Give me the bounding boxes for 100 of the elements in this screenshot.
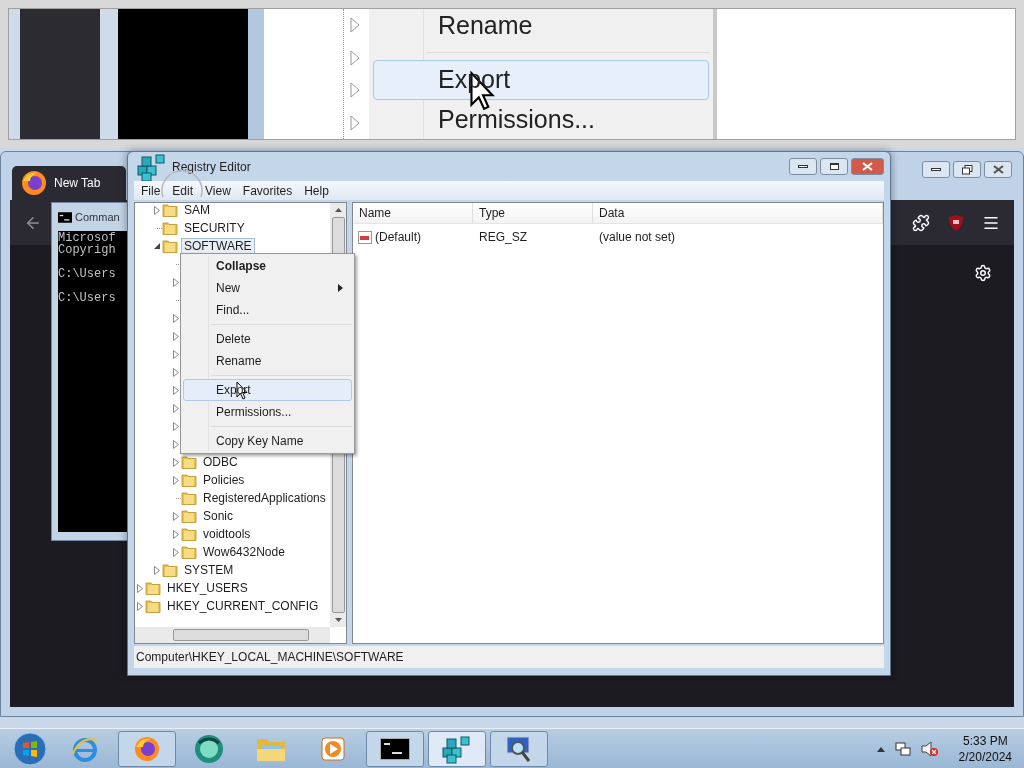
close-icon [862,162,873,171]
browser-tab[interactable]: New Tab [12,166,126,200]
tree-item[interactable]: RegisteredApplications [200,489,329,507]
tree-item[interactable]: SAM [181,201,213,219]
console-line: Copyrigh [58,244,117,256]
close-icon [992,165,1004,174]
expand-arrow-icon[interactable] [137,601,143,611]
settings-icon[interactable] [974,264,992,282]
expand-arrow-icon[interactable] [154,565,160,575]
expand-arrow-icon[interactable] [173,403,179,413]
restore-button[interactable] [953,161,981,178]
expand-arrow-icon [350,82,360,99]
cubes-icon [441,733,473,764]
table-cell-text: (Default) [375,229,421,246]
console-icon [380,737,410,760]
expand-arrow-icon [350,17,360,34]
folder-icon [181,455,197,469]
tree-item[interactable]: Policies [200,471,248,489]
folder-icon [145,581,161,595]
submenu-arrow-icon [338,284,343,292]
column-header[interactable]: Name [353,203,473,223]
shield-icon[interactable] [948,213,964,232]
minimize-button[interactable] [789,158,817,175]
firefox-icon [133,734,161,763]
close-button[interactable] [984,161,1012,178]
expand-arrow-icon[interactable] [173,475,179,485]
expand-arrow-icon[interactable] [154,205,160,215]
muted-speaker-icon[interactable] [920,740,939,757]
menu-item[interactable]: Rename [183,350,352,372]
firefox-icon [20,169,48,197]
menu-item[interactable]: Find... [183,299,352,321]
menu-title[interactable]: File [136,181,166,200]
expand-arrow-icon[interactable] [173,331,179,341]
folder-icon [181,545,197,559]
expand-arrow-icon[interactable] [173,385,179,395]
expand-arrow-icon[interactable] [173,421,179,431]
expand-arrow-icon[interactable] [173,457,179,467]
puzzle-icon[interactable] [912,213,930,232]
restore-icon [961,164,973,175]
tree-item[interactable]: voidtools [200,525,254,543]
string-value-icon [358,230,372,244]
folder-icon [162,221,178,235]
expand-arrow-icon[interactable] [173,313,179,323]
menu-item[interactable]: Copy Key Name [183,430,352,452]
menu-item[interactable]: Permissions... [183,401,352,423]
minimize-button[interactable] [922,161,950,178]
console-line: C:\Users [58,268,117,280]
menu-item[interactable]: Collapse [183,255,352,277]
expand-arrow-icon[interactable] [173,349,179,359]
tree-item[interactable]: Wow6432Node [200,543,288,561]
taskbar-button[interactable] [366,730,424,767]
expand-arrow-icon[interactable] [173,439,179,449]
start-orb-icon [13,731,47,766]
expand-arrow-icon[interactable] [173,547,179,557]
column-header[interactable]: Type [473,203,593,223]
folder-icon [181,473,197,487]
folder-icon [162,203,178,217]
tree-item[interactable]: HKEY_USERS [164,579,251,597]
status-text: Computer\HKEY_LOCAL_MACHINE\SOFTWARE [136,649,404,666]
expand-arrow-icon [350,49,360,66]
expand-arrow-icon[interactable] [173,529,179,539]
tree-item[interactable]: SECURITY [181,219,248,237]
maximize-button[interactable] [820,158,848,175]
menu-title[interactable]: Edit [167,181,199,200]
console-icon [58,211,72,223]
play-icon [320,735,346,762]
disc-icon [193,732,225,765]
folder-icon [162,563,178,577]
console-line: Microsof [58,232,117,244]
collapse-arrow-icon[interactable] [153,242,161,250]
console-line: C:\Users [58,292,117,304]
window-title: Comman [75,209,120,225]
menu-title[interactable]: Favorites [237,181,298,200]
tree-item[interactable]: HKEY_CURRENT_CONFIG [164,597,322,615]
tree-item[interactable]: ODBC [200,453,241,471]
menu-item[interactable]: Delete [183,328,352,350]
folder-icon [181,491,197,505]
tree-item[interactable]: Sonic [200,507,237,525]
expand-arrow-icon[interactable] [173,511,179,521]
menu-item[interactable]: Rename [373,9,709,46]
column-header[interactable]: Data [593,203,883,223]
close-button[interactable] [851,158,884,175]
clock[interactable]: 5:33 PM 2/20/2024 [948,732,1012,765]
menu-item[interactable]: Permissions... [373,99,709,139]
table-cell-text: (value not set) [598,229,677,246]
horizontal-scrollbar[interactable] [135,627,330,643]
menu-title[interactable]: Help [299,181,334,200]
folder-icon [181,509,197,523]
expand-arrow-icon[interactable] [173,277,179,287]
tree-item[interactable]: SYSTEM [181,561,237,579]
folder-icon [181,527,197,541]
menu-title[interactable]: View [200,181,236,200]
expand-arrow-icon[interactable] [137,583,143,593]
window-title: Registry Editor [172,158,251,176]
network-icon[interactable] [894,740,911,757]
maximize-icon [829,163,839,170]
expand-arrow-icon [350,114,360,131]
show-hidden-icons-button[interactable] [876,745,885,752]
menu-item[interactable]: New [183,277,352,299]
expand-arrow-icon[interactable] [173,367,179,377]
